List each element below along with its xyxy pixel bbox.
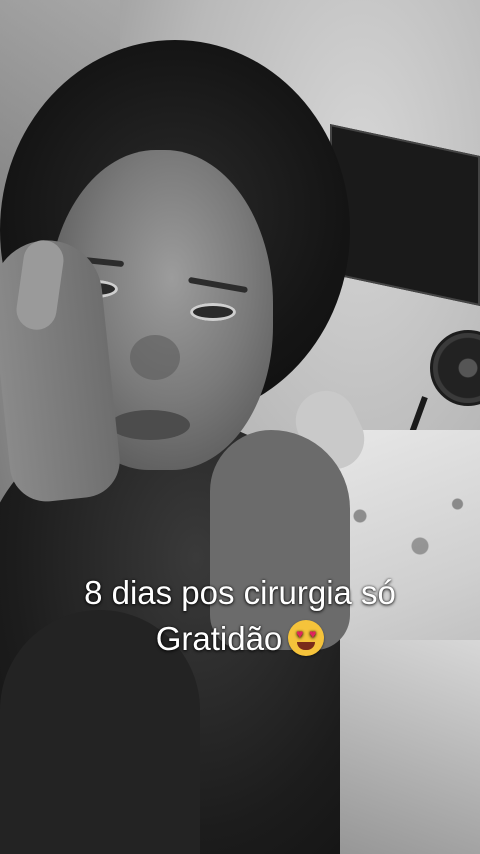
heart-eyes-emoji-icon: ♥ ♥ [288, 620, 325, 656]
caption-line-2: Gratidão [155, 620, 283, 657]
lips [110, 410, 190, 440]
photo-scene [0, 0, 480, 854]
wall-mounted-tv [330, 124, 480, 306]
caption-line-2-wrap: Gratidão ♥ ♥ [0, 616, 480, 662]
nose [130, 335, 180, 380]
caption-overlay: 8 dias pos cirurgia só Gratidão ♥ ♥ [0, 570, 480, 662]
right-eye [190, 303, 236, 321]
caption-line-1: 8 dias pos cirurgia só [84, 574, 396, 611]
